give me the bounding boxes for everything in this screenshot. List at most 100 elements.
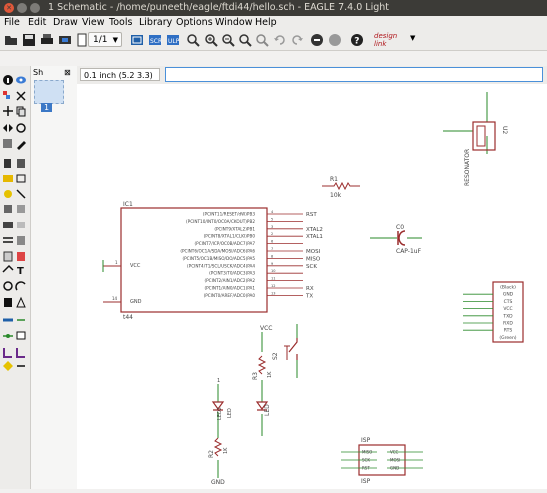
redraw-icon[interactable]	[238, 33, 252, 47]
print-icon[interactable]	[40, 33, 54, 47]
menu-help[interactable]: Help	[255, 16, 277, 30]
ftdi-pin-label: (Green)	[499, 335, 516, 341]
rect-icon[interactable]	[4, 298, 12, 307]
undo-icon[interactable]	[273, 33, 287, 47]
ic1-symbol[interactable]: IC1 t44 1 VCC 14 GND (PCINT11/RESET/dW)P…	[103, 201, 323, 321]
sheet-icon[interactable]	[75, 33, 89, 47]
sheet-number[interactable]: 1	[41, 103, 53, 112]
schematic-canvas[interactable]: IC1 t44 1 VCC 14 GND (PCINT11/RESET/dW)P…	[77, 84, 547, 489]
window-title: 1 Schematic - /home/puneeth/eagle/ftdi44…	[48, 2, 389, 13]
change-icon[interactable]	[17, 141, 26, 150]
sheet-thumbnail[interactable]	[34, 80, 64, 104]
dimension-icon[interactable]	[16, 348, 25, 358]
help-icon[interactable]: ?	[350, 33, 364, 47]
rotate-icon[interactable]	[16, 123, 26, 133]
add-icon[interactable]	[17, 159, 25, 168]
open-folder-icon[interactable]	[4, 33, 18, 47]
replace-icon[interactable]	[3, 237, 13, 243]
ic1-pin-number: 9	[271, 262, 273, 266]
invoke-icon[interactable]	[17, 205, 25, 213]
r2-value: 1K	[223, 447, 229, 454]
c0-symbol[interactable]: C0 CAP-1uF	[370, 224, 422, 255]
led1-symbol[interactable]: LED	[255, 401, 271, 416]
miter-icon[interactable]	[4, 205, 12, 213]
split-icon[interactable]	[16, 189, 26, 199]
paste-icon[interactable]	[3, 251, 13, 262]
value-icon[interactable]	[16, 174, 26, 183]
zoom-select-icon[interactable]	[255, 33, 269, 47]
r1-symbol[interactable]: R1 10k	[322, 176, 360, 199]
cam-processor-icon[interactable]	[58, 33, 72, 47]
design-link-logo[interactable]: design link	[374, 32, 408, 48]
command-input[interactable]	[165, 67, 543, 82]
led2-name: LED2	[217, 407, 223, 420]
sheets-tab[interactable]: Sh	[33, 68, 43, 77]
arc-icon[interactable]	[15, 281, 26, 291]
board-switch-icon[interactable]	[130, 33, 144, 47]
label-icon[interactable]	[16, 331, 26, 340]
move-icon[interactable]	[3, 106, 13, 116]
r2-symbol[interactable]: R2 1K	[208, 437, 229, 458]
menu-file[interactable]: File	[4, 16, 20, 30]
text-icon[interactable]: T	[17, 266, 24, 277]
ftdi-header-symbol[interactable]: (Black)GNDCTSVCCTXD RXDRTS(Green)	[463, 281, 524, 343]
zoom-out-icon[interactable]	[221, 33, 235, 47]
gateswap-icon[interactable]	[3, 222, 13, 228]
minimize-window-button[interactable]	[17, 3, 27, 13]
sheet-select[interactable]: 1/1 ▼	[88, 32, 122, 47]
ic1-pin-number: 7	[271, 247, 273, 251]
stop-icon[interactable]	[310, 33, 324, 47]
junction-icon[interactable]	[3, 334, 13, 338]
zoom-in-icon[interactable]	[204, 33, 218, 47]
redo-icon[interactable]	[290, 33, 304, 47]
info-icon[interactable]	[3, 75, 13, 85]
ic1-net-label: TX	[305, 293, 313, 299]
s2-switch-symbol[interactable]: VCC S2	[260, 324, 298, 378]
mark-icon[interactable]	[16, 91, 26, 101]
menu-options[interactable]: Options	[176, 16, 213, 30]
menu-tools[interactable]: Tools	[109, 16, 132, 30]
ftdi-pin-label: (Black)	[500, 285, 516, 291]
attribute-icon[interactable]	[3, 348, 12, 358]
menu-draw[interactable]: Draw	[53, 16, 78, 30]
led2-symbol[interactable]: LED2 LED	[211, 401, 233, 420]
sheet-select-value: 1/1	[93, 35, 108, 45]
ic1-gnd-pin-number: 14	[112, 296, 118, 301]
group-icon[interactable]	[3, 139, 12, 148]
isp-header-symbol[interactable]: ISP MISO SCK RST VCC MOSI GND ISP	[341, 437, 423, 485]
zoom-fit-icon[interactable]	[186, 33, 200, 47]
circle-icon[interactable]	[3, 281, 13, 291]
menu-window[interactable]: Window	[215, 16, 252, 30]
pinswap-icon[interactable]	[17, 222, 25, 228]
script-icon[interactable]: SCR	[148, 33, 162, 47]
schematic-drawing[interactable]: IC1 t44 1 VCC 14 GND (PCINT11/RESET/dW)P…	[77, 84, 547, 489]
ic1-pin-label: (PCINT9/XTAL2)PB1	[214, 226, 255, 231]
r3-symbol[interactable]: R3 1K	[252, 355, 273, 380]
show-icon[interactable]	[16, 76, 26, 84]
cut-icon[interactable]	[17, 236, 25, 245]
errc-icon[interactable]	[17, 252, 25, 261]
copy-icon[interactable]	[16, 106, 26, 117]
r1-name: R1	[330, 176, 338, 183]
ic1-pin-label: (PCINT11/RESET/dW)PB3	[203, 212, 255, 217]
chevron-down-icon[interactable]: ▼	[410, 34, 415, 42]
erc-icon[interactable]	[3, 361, 13, 371]
maximize-window-button[interactable]	[30, 3, 40, 13]
go-icon[interactable]	[328, 33, 342, 47]
close-panel-icon[interactable]: ⊠	[64, 68, 71, 77]
wire-icon[interactable]	[2, 264, 14, 273]
menu-library[interactable]: Library	[139, 16, 172, 30]
r1-value: 10k	[330, 192, 342, 199]
menu-view[interactable]: View	[82, 16, 105, 30]
display-layers-icon[interactable]	[3, 91, 10, 99]
run-ulp-icon[interactable]: ULP	[166, 33, 180, 47]
u2-resonator-symbol[interactable]: U2 RESONATOR	[443, 92, 508, 186]
menu-edit[interactable]: Edit	[28, 16, 46, 30]
polygon-icon[interactable]	[16, 296, 26, 308]
mirror-icon[interactable]	[3, 124, 13, 132]
close-window-button[interactable]: ✕	[4, 3, 14, 13]
save-icon[interactable]	[22, 33, 36, 47]
delete-icon[interactable]	[4, 159, 11, 168]
smash-icon[interactable]	[4, 190, 12, 198]
name-icon[interactable]	[3, 175, 13, 182]
